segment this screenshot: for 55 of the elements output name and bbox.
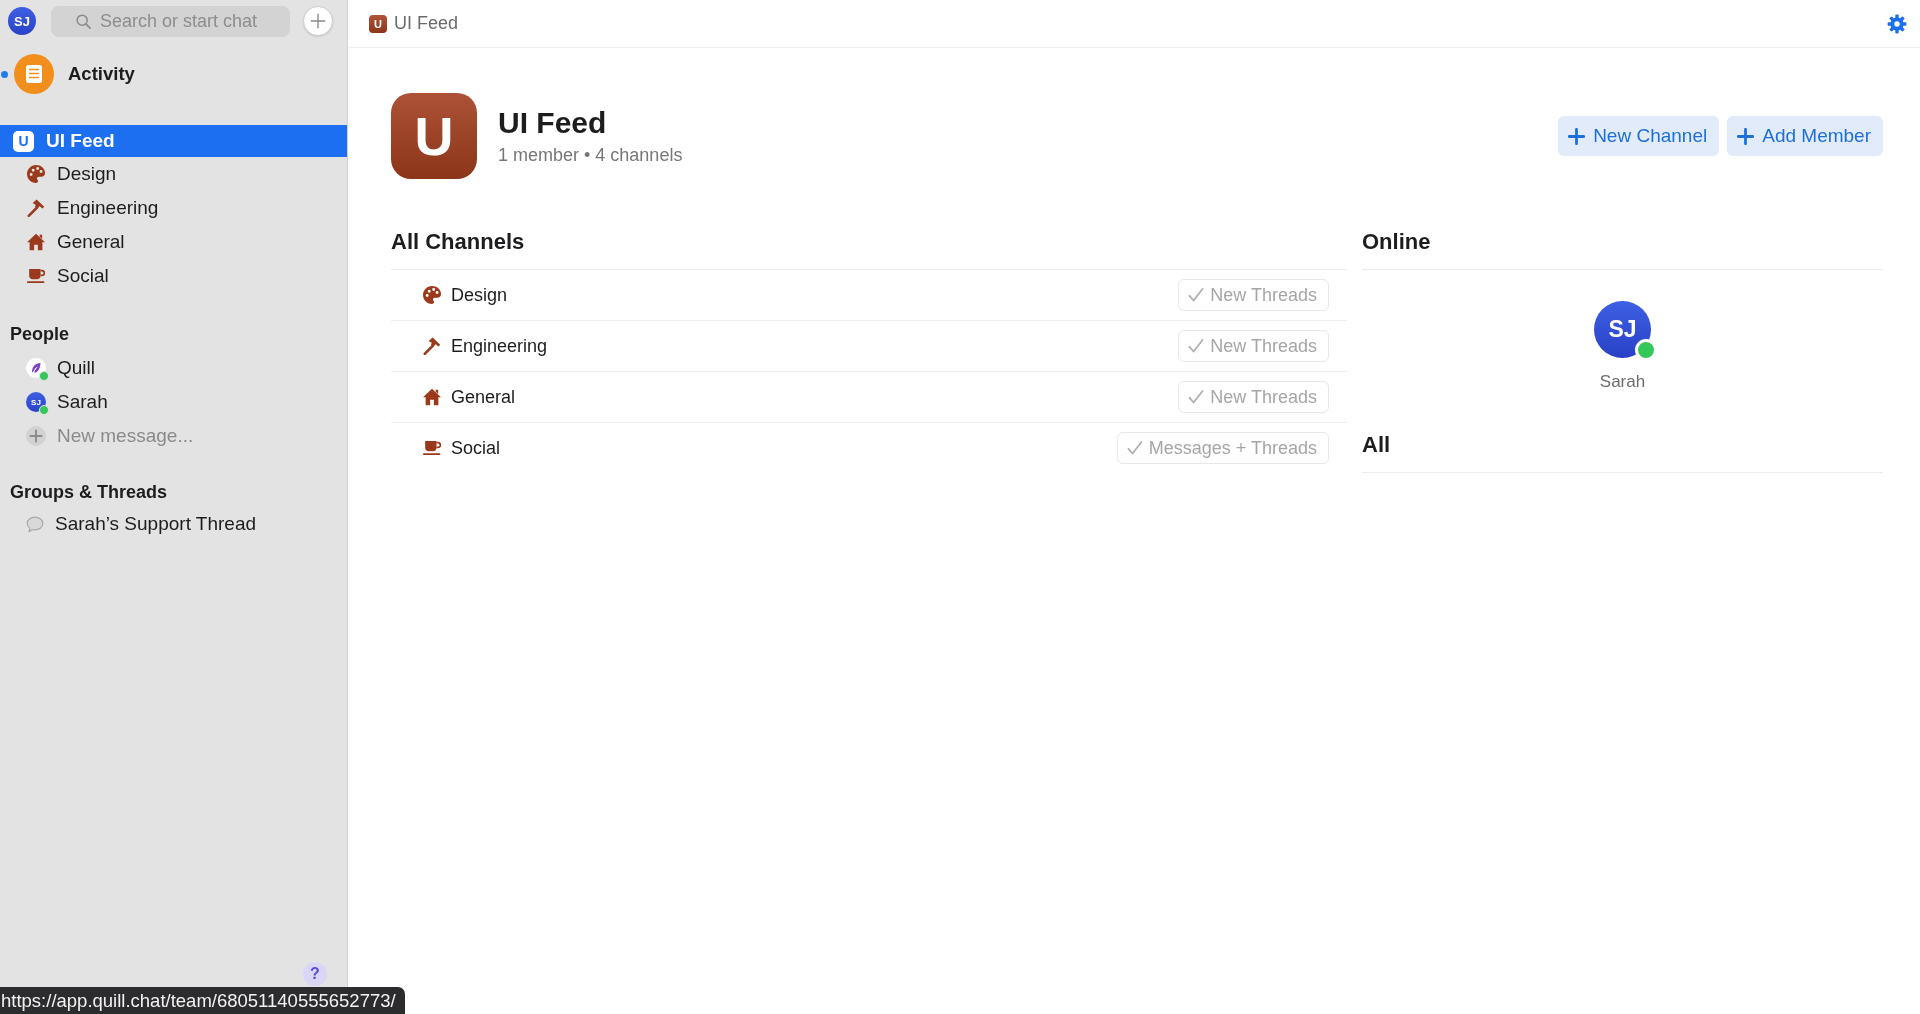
user-avatar[interactable]: SJ (1594, 301, 1651, 358)
channel-name[interactable]: General (451, 386, 516, 408)
team-item[interactable]: U UI Feed (0, 125, 347, 157)
hammer-icon (27, 199, 45, 217)
feather-logo-icon (26, 358, 46, 378)
plus-icon (310, 13, 326, 29)
add-button[interactable]: Add Member (1727, 116, 1883, 156)
user-avatar: SJ (26, 392, 46, 412)
section-heading: Online (1362, 228, 1883, 270)
new-chat-button[interactable] (303, 6, 333, 36)
status-url: https://app.quill.chat/team/68051140555652773/ (0, 987, 405, 1014)
team-logo: U (391, 93, 477, 179)
plus-icon (1568, 127, 1586, 145)
search-field[interactable]: Search or start chat (51, 5, 290, 37)
add-button[interactable]: New Channel (1558, 116, 1720, 156)
palette-icon (27, 165, 45, 183)
plus-icon (1737, 127, 1755, 145)
breadcrumb-title: UI Feed (394, 13, 459, 34)
team-badge: U (369, 14, 387, 33)
settings-icon[interactable] (1887, 13, 1907, 34)
channel-name[interactable]: Social (451, 437, 501, 459)
check-icon (1126, 440, 1143, 456)
hammer-icon (423, 337, 441, 355)
search-icon (76, 13, 91, 29)
cup-icon (27, 267, 45, 285)
user-avatar[interactable]: SJ (8, 7, 36, 35)
channel-item[interactable]: General (0, 225, 347, 259)
house-icon (27, 233, 45, 251)
channel-item[interactable]: Social (0, 259, 347, 293)
house-icon (423, 388, 441, 406)
plus-icon (26, 426, 46, 446)
check-icon (1188, 287, 1205, 303)
palette-icon (423, 286, 441, 304)
cup-icon (423, 439, 441, 457)
help-button[interactable]: ? (303, 962, 327, 986)
channel-name[interactable]: Engineering (451, 335, 548, 357)
member-name: Sarah (1599, 372, 1646, 392)
check-icon (1188, 389, 1205, 405)
check-icon (1188, 338, 1205, 354)
team-summary: 1 member • 4 channels (498, 144, 683, 167)
channel-name[interactable]: Design (451, 284, 508, 306)
thread-item[interactable]: Sarah’s Support Thread (0, 507, 347, 541)
channel-item[interactable]: Design (0, 157, 347, 191)
section-heading: People (9, 323, 71, 346)
person-item[interactable]: Quill (0, 351, 347, 385)
person-item[interactable]: SJ Sarah (0, 385, 347, 419)
section-heading: Groups & Threads (9, 481, 169, 504)
team-badge: U (13, 130, 34, 152)
section-heading: All Channels (391, 228, 1347, 270)
activity-item[interactable]: Activity (0, 54, 347, 94)
newspaper-icon (14, 54, 54, 94)
section-heading: All (1362, 431, 1883, 473)
channel-item[interactable]: Engineering (0, 191, 347, 225)
speech-bubble-icon (26, 515, 44, 533)
team-title: UI Feed (498, 105, 608, 141)
